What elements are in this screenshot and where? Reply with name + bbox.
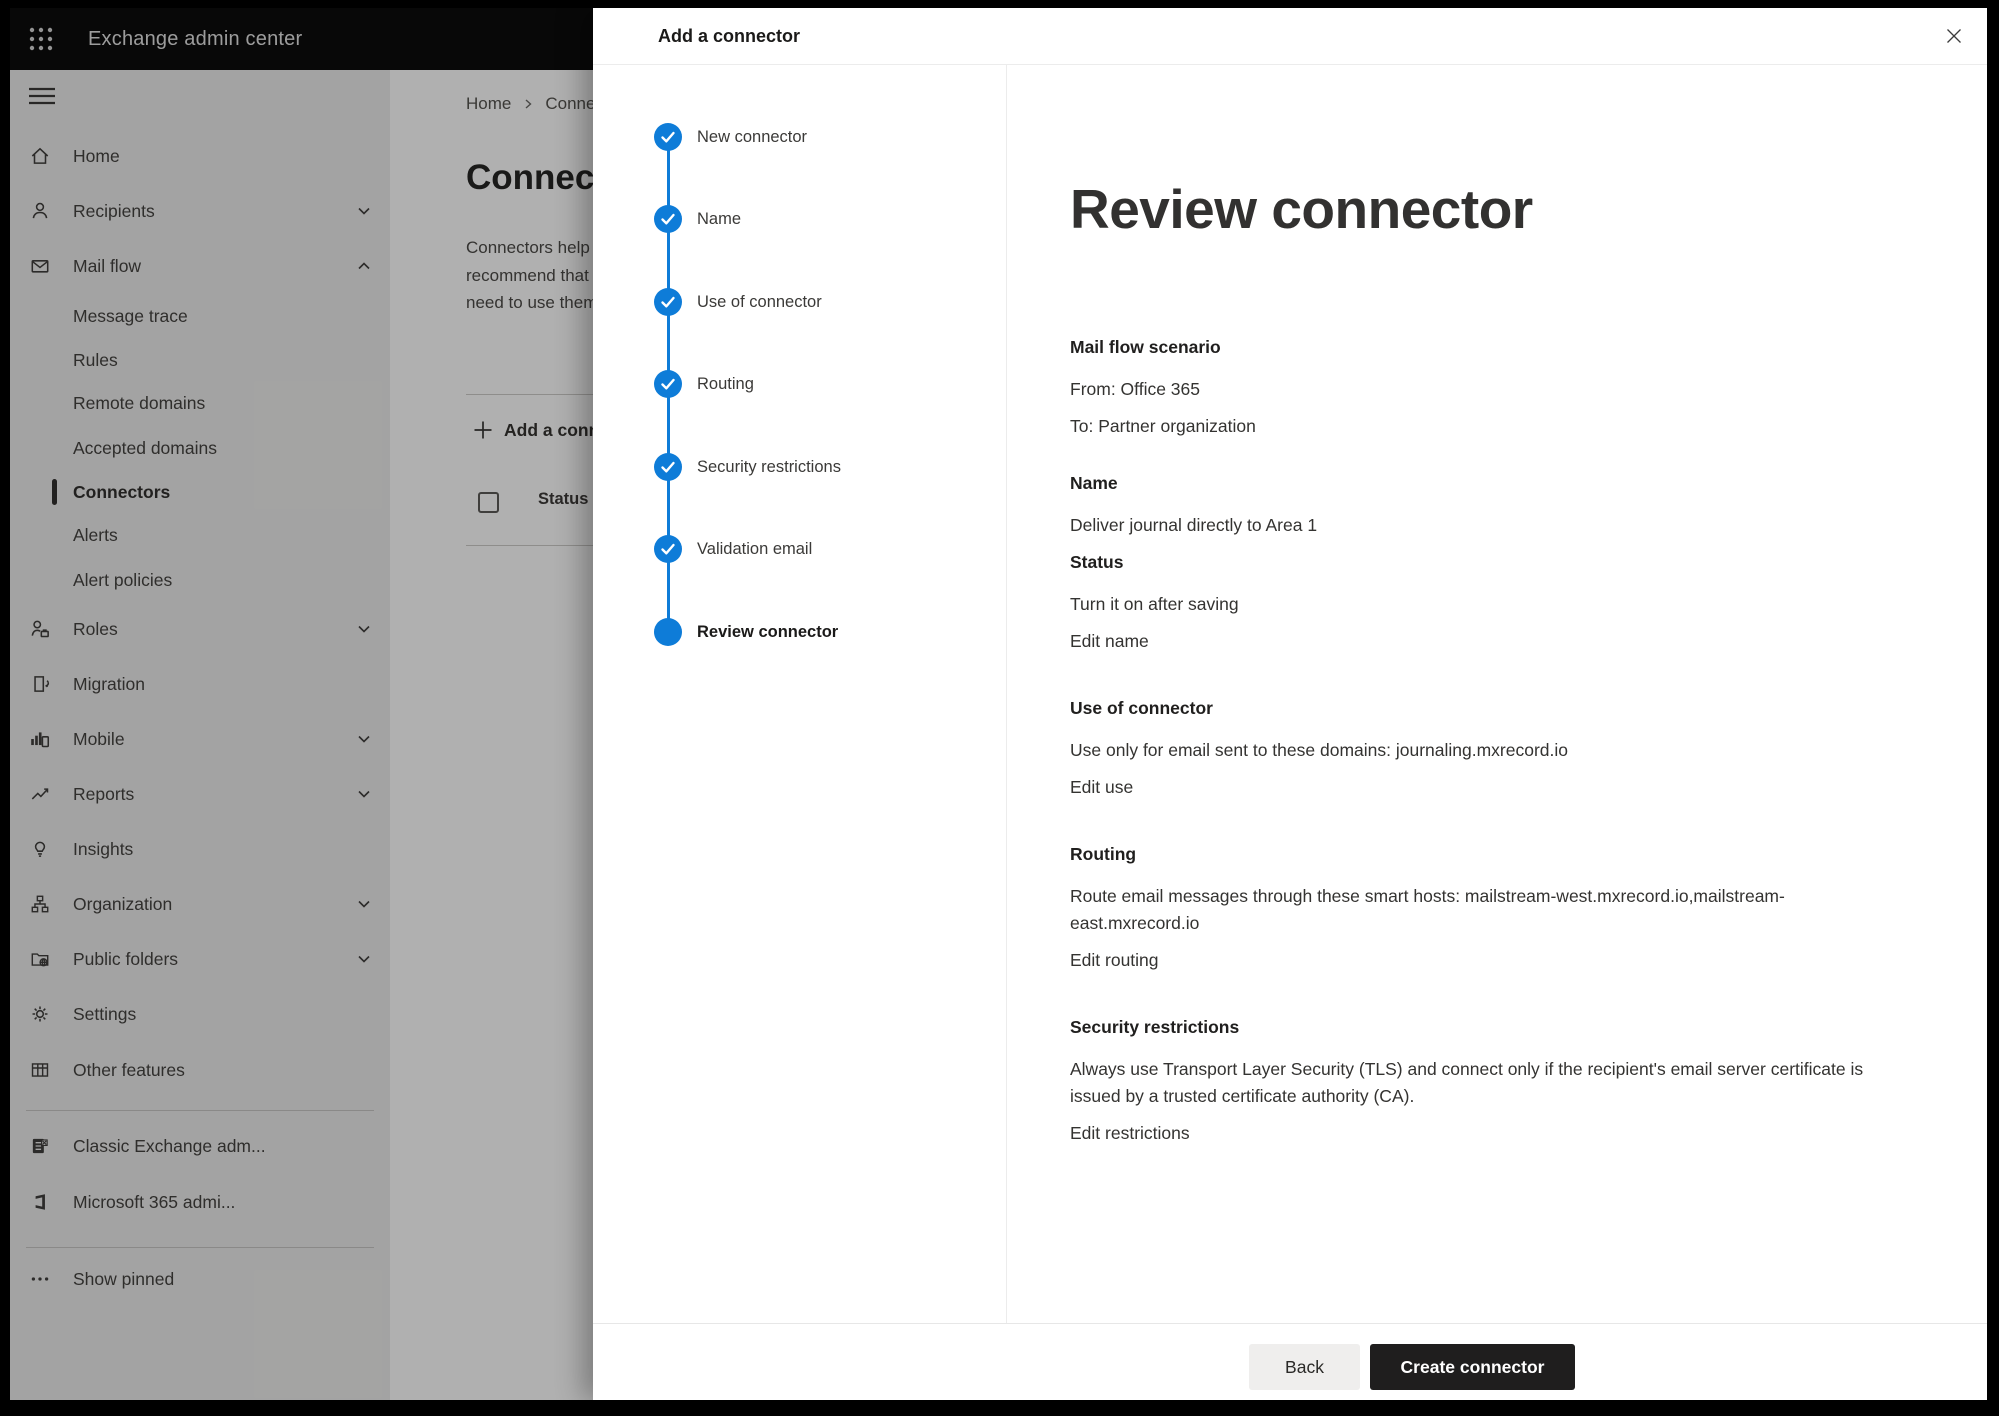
wizard-steps: New connector Name Use of connector Rout… [593, 65, 1006, 1323]
step-routing[interactable]: Routing [593, 370, 1006, 398]
section-line: To: Partner organization [1070, 413, 1870, 440]
step-review-connector[interactable]: Review connector [593, 618, 1006, 646]
panel-title: Add a connector [658, 8, 800, 65]
section-routing: Routing Route email messages through the… [1070, 841, 1870, 984]
step-label: Validation email [697, 535, 812, 563]
section-use-of-connector: Use of connector Use only for email sent… [1070, 695, 1870, 811]
section-heading: Status [1070, 549, 1870, 576]
review-heading: Review connector [1070, 176, 1870, 242]
section-security-restrictions: Security restrictions Always use Transpo… [1070, 1014, 1870, 1157]
step-complete-icon [654, 535, 682, 563]
section-mail-flow-scenario: Mail flow scenario From: Office 365 To: … [1070, 334, 1870, 440]
section-line: Use only for email sent to these domains… [1070, 737, 1870, 764]
section-heading: Name [1070, 470, 1870, 497]
edit-name-link[interactable]: Edit name [1070, 628, 1149, 655]
step-complete-icon [654, 288, 682, 316]
section-heading: Security restrictions [1070, 1014, 1870, 1041]
section-heading: Routing [1070, 841, 1870, 868]
add-connector-panel: Add a connector New connector Name [593, 8, 1987, 1400]
step-label: Use of connector [697, 288, 822, 316]
step-complete-icon [654, 453, 682, 481]
edit-restrictions-link[interactable]: Edit restrictions [1070, 1120, 1190, 1147]
step-validation-email[interactable]: Validation email [593, 535, 1006, 563]
edit-routing-link[interactable]: Edit routing [1070, 947, 1159, 974]
step-complete-icon [654, 205, 682, 233]
section-line: From: Office 365 [1070, 376, 1870, 403]
panel-vertical-divider [1006, 65, 1007, 1323]
panel-footer: Back Create connector [593, 1323, 1987, 1400]
step-label: Security restrictions [697, 453, 841, 481]
app-window: Exchange admin center Home Recipients Ma… [10, 8, 1987, 1400]
section-status: Status Turn it on after saving Edit name [1070, 549, 1870, 665]
step-label: Review connector [697, 618, 838, 646]
section-line: Route email messages through these smart… [1070, 883, 1870, 937]
edit-use-link[interactable]: Edit use [1070, 774, 1133, 801]
review-content: Review connector Mail flow scenario From… [1070, 8, 1870, 1187]
create-connector-button[interactable]: Create connector [1370, 1344, 1575, 1390]
step-use-of-connector[interactable]: Use of connector [593, 288, 1006, 316]
close-icon [1944, 26, 1964, 46]
step-new-connector[interactable]: New connector [593, 123, 1006, 151]
back-button[interactable]: Back [1249, 1344, 1360, 1390]
section-heading: Mail flow scenario [1070, 334, 1870, 361]
section-name: Name Deliver journal directly to Area 1 [1070, 470, 1870, 539]
step-complete-icon [654, 370, 682, 398]
section-heading: Use of connector [1070, 695, 1870, 722]
step-security-restrictions[interactable]: Security restrictions [593, 453, 1006, 481]
step-label: New connector [697, 123, 807, 151]
close-button[interactable] [1939, 21, 1969, 51]
section-line: Deliver journal directly to Area 1 [1070, 512, 1870, 539]
section-line: Turn it on after saving [1070, 591, 1870, 618]
section-line: Always use Transport Layer Security (TLS… [1070, 1056, 1870, 1110]
step-current-icon [654, 618, 682, 646]
step-label: Name [697, 205, 741, 233]
step-name[interactable]: Name [593, 205, 1006, 233]
step-complete-icon [654, 123, 682, 151]
step-label: Routing [697, 370, 754, 398]
